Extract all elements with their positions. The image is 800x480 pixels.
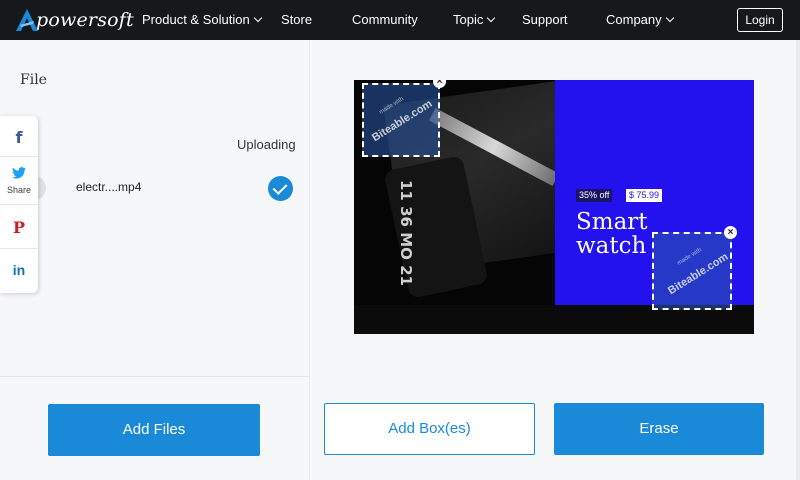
share-divider (0, 204, 38, 205)
watermark-small-text: made with (378, 96, 405, 116)
login-button[interactable]: Login (737, 8, 783, 32)
close-icon[interactable]: × (433, 80, 446, 88)
add-boxes-button[interactable]: Add Box(es) (324, 403, 535, 455)
watermark-selection-box[interactable]: made with Biteable.com (362, 83, 440, 157)
discount-tag: 35% off (576, 189, 613, 202)
headline-line-2: watch (576, 233, 647, 259)
nav-product-solution-label: Product & Solution (142, 12, 250, 27)
chevron-down-icon (253, 13, 262, 23)
file-name: electr....mp4 (76, 180, 142, 194)
nav-support[interactable]: Support (522, 0, 568, 40)
nav-topic-label: Topic (453, 12, 484, 27)
add-files-button[interactable]: Add Files (48, 404, 260, 456)
twitter-icon[interactable] (0, 166, 38, 184)
nav-company-label: Company (606, 12, 662, 27)
apowersoft-logo[interactable]: powersoft (14, 4, 134, 36)
watermark-text: Biteable.com (666, 250, 731, 298)
video-preview[interactable]: 11 36 MO 21 35% off $ 75.99 Smart watch … (354, 80, 754, 334)
watermark-selection-box[interactable]: made with Biteable.com (652, 232, 732, 310)
watermark-small-text: made with (676, 247, 703, 267)
top-navbar: powersoft Product & Solution Store Commu… (0, 0, 800, 40)
watermark-text: Biteable.com (370, 97, 435, 145)
chevron-down-icon (665, 13, 674, 23)
nav-store[interactable]: Store (281, 0, 312, 40)
nav-topic[interactable]: Topic (453, 0, 496, 40)
watch-time-text: 11 36 MO 21 (397, 180, 415, 286)
file-panel-title: File (20, 72, 47, 88)
file-panel: File me Uploading electr....mp4 Add File… (0, 40, 310, 480)
check-circle-icon (268, 176, 293, 201)
social-share-bar: f Share P in (0, 116, 38, 293)
nav-company[interactable]: Company (606, 0, 674, 40)
share-label: Share (6, 185, 32, 195)
nav-community[interactable]: Community (352, 0, 418, 40)
share-divider (0, 156, 38, 157)
page-scrollbar[interactable] (796, 40, 800, 480)
nav-support-label: Support (522, 12, 568, 27)
chevron-down-icon (487, 13, 496, 23)
logo-text: powersoft (36, 9, 134, 31)
linkedin-icon[interactable]: in (0, 262, 38, 278)
headline-line-1: Smart (576, 209, 648, 235)
erase-button[interactable]: Erase (554, 403, 764, 455)
column-header-uploading: Uploading (237, 137, 296, 152)
panel-divider (0, 376, 310, 377)
nav-community-label: Community (352, 12, 418, 27)
close-icon[interactable]: × (724, 226, 737, 239)
nav-store-label: Store (281, 12, 313, 27)
pinterest-icon[interactable]: P (0, 218, 38, 237)
logo-mark-icon (14, 7, 40, 33)
nav-product-solution[interactable]: Product & Solution (142, 0, 262, 40)
price-tag: $ 75.99 (626, 189, 663, 202)
share-divider (0, 248, 38, 249)
facebook-icon[interactable]: f (0, 128, 38, 147)
